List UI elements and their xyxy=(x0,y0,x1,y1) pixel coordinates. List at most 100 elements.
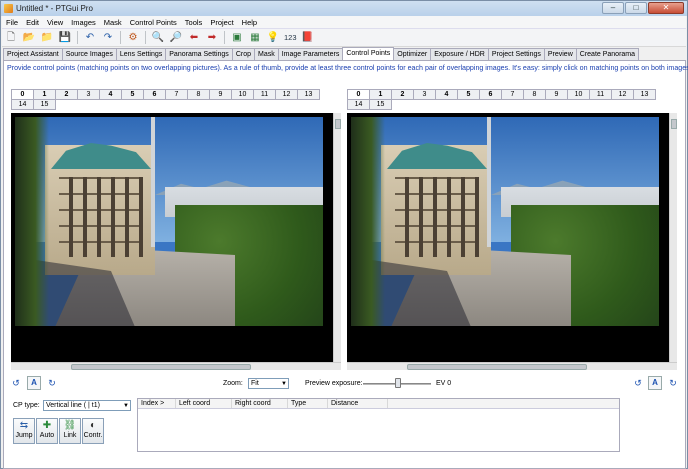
right-image-tab[interactable]: 5 xyxy=(457,89,480,100)
left-image-tab[interactable]: 15 xyxy=(33,99,56,110)
right-image-tab[interactable]: 9 xyxy=(545,89,568,100)
rotate-left-icon[interactable]: ↺ xyxy=(631,377,645,391)
control-point-table[interactable]: Index > Left coord Right coord Type Dist… xyxy=(137,398,620,452)
right-vertical-scrollbar[interactable] xyxy=(669,113,677,362)
tab-lens-settings[interactable]: Lens Settings xyxy=(115,48,167,60)
exposure-slider-thumb[interactable] xyxy=(395,378,401,388)
left-horizontal-scrollbar[interactable] xyxy=(11,362,341,370)
right-horizontal-scrollbar[interactable] xyxy=(347,362,677,370)
right-image-tab[interactable]: 2 xyxy=(391,89,414,100)
right-image-viewer[interactable] xyxy=(347,113,669,362)
left-vertical-scroll-thumb[interactable] xyxy=(335,119,341,129)
next-icon[interactable]: ➡ xyxy=(205,31,219,45)
menu-view[interactable]: View xyxy=(43,18,67,27)
column-index[interactable]: Index > xyxy=(138,399,176,408)
auto-button-left[interactable]: A xyxy=(27,376,41,390)
right-image-tab[interactable]: 10 xyxy=(567,89,590,100)
close-button[interactable]: ✕ xyxy=(648,2,684,14)
help-book-icon[interactable]: 📕 xyxy=(301,31,315,45)
contrast-button[interactable]: ◐ Contr. xyxy=(82,418,104,444)
right-image-tab[interactable]: 15 xyxy=(369,99,392,110)
right-image-tab[interactable]: 12 xyxy=(611,89,634,100)
new-file-icon[interactable]: 🗋 xyxy=(4,31,18,45)
tab-mask[interactable]: Mask xyxy=(254,48,279,60)
undo-icon[interactable]: ↶ xyxy=(83,31,97,45)
left-image-viewer[interactable] xyxy=(11,113,333,362)
column-distance[interactable]: Distance xyxy=(328,399,388,408)
left-image-tab[interactable]: 4 xyxy=(99,89,122,100)
right-image-tab[interactable]: 13 xyxy=(633,89,656,100)
rotate-right-icon[interactable]: ↻ xyxy=(666,377,680,391)
numbering-icon[interactable]: 123 xyxy=(284,31,297,45)
menu-control-points[interactable]: Control Points xyxy=(126,18,181,27)
right-image-tab[interactable]: 3 xyxy=(413,89,436,100)
align-images-icon[interactable]: ⚙ xyxy=(126,31,140,45)
right-photo[interactable] xyxy=(351,117,659,326)
left-image-tab[interactable]: 3 xyxy=(77,89,100,100)
tab-create-panorama[interactable]: Create Panorama xyxy=(575,48,640,60)
tab-panorama-settings[interactable]: Panorama Settings xyxy=(165,48,233,60)
open-folder-icon[interactable]: 📂 xyxy=(22,31,36,45)
right-image-tab[interactable]: 14 xyxy=(347,99,370,110)
column-type[interactable]: Type xyxy=(288,399,328,408)
menu-tools[interactable]: Tools xyxy=(181,18,207,27)
zoom-in-icon[interactable]: 🔍 xyxy=(151,31,165,45)
menu-mask[interactable]: Mask xyxy=(100,18,126,27)
panorama-editor-icon[interactable]: ▣ xyxy=(230,31,244,45)
tab-project-assistant[interactable]: Project Assistant xyxy=(3,48,63,60)
left-vertical-scrollbar[interactable] xyxy=(333,113,341,362)
tab-exposure-hdr[interactable]: Exposure / HDR xyxy=(430,48,489,60)
right-image-tab[interactable]: 8 xyxy=(523,89,546,100)
left-image-tab[interactable]: 6 xyxy=(143,89,166,100)
title-bar[interactable]: Untitled * - PTGui Pro – □ ✕ xyxy=(1,1,687,16)
save-icon[interactable]: 💾 xyxy=(58,31,72,45)
left-image-tab[interactable]: 9 xyxy=(209,89,232,100)
right-image-tab[interactable]: 4 xyxy=(435,89,458,100)
right-image-tab[interactable]: 6 xyxy=(479,89,502,100)
rotate-left-icon[interactable]: ↺ xyxy=(9,377,23,391)
tab-image-parameters[interactable]: Image Parameters xyxy=(277,48,344,60)
tab-project-settings[interactable]: Project Settings xyxy=(487,48,545,60)
left-image-tab[interactable]: 8 xyxy=(187,89,210,100)
menu-help[interactable]: Help xyxy=(238,18,261,27)
menu-file[interactable]: File xyxy=(2,18,22,27)
link-button[interactable]: ⛓ Link xyxy=(59,418,81,444)
maximize-button[interactable]: □ xyxy=(625,2,647,14)
tab-preview[interactable]: Preview xyxy=(543,48,577,60)
table-icon[interactable]: ▦ xyxy=(248,31,262,45)
right-image-tab[interactable]: 11 xyxy=(589,89,612,100)
open-recent-icon[interactable]: 📁 xyxy=(40,31,54,45)
jump-button[interactable]: ⇆ Jump xyxy=(13,418,35,444)
left-image-tab[interactable]: 10 xyxy=(231,89,254,100)
redo-icon[interactable]: ↷ xyxy=(101,31,115,45)
zoom-select[interactable]: Fit ▼ xyxy=(248,378,289,389)
left-image-tab[interactable]: 12 xyxy=(275,89,298,100)
left-image-tab[interactable]: 14 xyxy=(11,99,34,110)
menu-images[interactable]: Images xyxy=(67,18,100,27)
tab-source-images[interactable]: Source Images xyxy=(61,48,117,60)
menu-project[interactable]: Project xyxy=(206,18,237,27)
auto-button-right[interactable]: A xyxy=(648,376,662,390)
left-image-tab[interactable]: 5 xyxy=(121,89,144,100)
auto-cp-button[interactable]: ✚ Auto xyxy=(36,418,58,444)
tab-control-points[interactable]: Control Points xyxy=(342,47,395,60)
tab-crop[interactable]: Crop xyxy=(231,48,255,60)
cp-type-select[interactable]: Vertical line ( | t1) ▼ xyxy=(43,400,131,411)
right-image-tab[interactable]: 7 xyxy=(501,89,524,100)
tab-optimizer[interactable]: Optimizer xyxy=(393,48,432,60)
column-right-coord[interactable]: Right coord xyxy=(232,399,288,408)
lightbulb-icon[interactable]: 💡 xyxy=(266,31,280,45)
rotate-right-icon[interactable]: ↻ xyxy=(45,377,59,391)
menu-edit[interactable]: Edit xyxy=(22,18,43,27)
left-image-tab[interactable]: 11 xyxy=(253,89,276,100)
right-horizontal-scroll-thumb[interactable] xyxy=(407,364,587,370)
left-image-tab[interactable]: 7 xyxy=(165,89,188,100)
minimize-button[interactable]: – xyxy=(602,2,624,14)
left-image-tab[interactable]: 2 xyxy=(55,89,78,100)
left-photo[interactable] xyxy=(15,117,323,326)
right-vertical-scroll-thumb[interactable] xyxy=(671,119,677,129)
left-image-tab[interactable]: 13 xyxy=(297,89,320,100)
previous-icon[interactable]: ⬅ xyxy=(187,31,201,45)
left-horizontal-scroll-thumb[interactable] xyxy=(71,364,251,370)
zoom-out-icon[interactable]: 🔎 xyxy=(169,31,183,45)
